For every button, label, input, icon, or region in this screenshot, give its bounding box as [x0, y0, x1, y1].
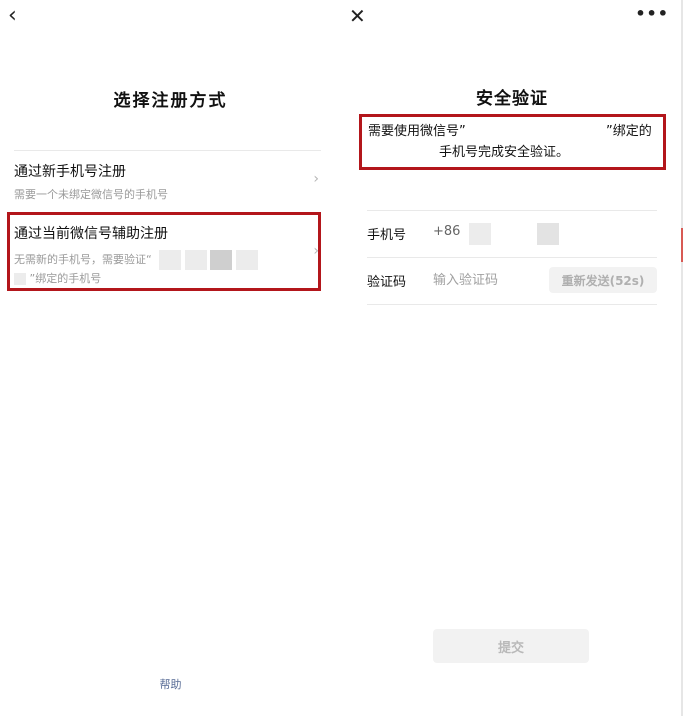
submit-button[interactable]: 提交 — [433, 629, 589, 663]
close-icon[interactable]: ✕ — [349, 4, 366, 28]
right-topbar: ✕ ••• — [341, 0, 683, 36]
phone-row: 手机号 +86 — [367, 211, 657, 257]
divider — [14, 150, 321, 151]
option-new-phone[interactable]: 通过新手机号注册 需要一个未绑定微信号的手机号 › — [14, 163, 321, 209]
code-row: 验证码 重新发送(52s) — [367, 258, 657, 304]
code-input[interactable] — [433, 268, 543, 292]
page-title: 安全验证 — [476, 89, 548, 109]
right-screen: ✕ ••• 安全验证 需要使用微信号” ”绑定的 手机号完成安全验证。 手机号 … — [341, 0, 683, 716]
page-title: 选择注册方式 — [113, 91, 228, 111]
left-topbar: ‹ — [0, 0, 341, 36]
highlight-box — [359, 114, 666, 170]
phone-prefix: +86 — [433, 224, 461, 239]
chevron-right-icon: › — [313, 171, 319, 187]
back-icon[interactable]: ‹ — [8, 4, 17, 28]
more-icon[interactable]: ••• — [635, 2, 669, 26]
left-screen: ‹ 选择注册方式 通过新手机号注册 需要一个未绑定微信号的手机号 › 通过当前微… — [0, 0, 341, 716]
phone-label: 手机号 — [367, 228, 407, 243]
divider — [367, 304, 657, 305]
option-title: 通过新手机号注册 — [14, 164, 126, 180]
redacted-phone — [537, 223, 559, 245]
highlight-box — [7, 212, 321, 291]
code-label: 验证码 — [367, 275, 407, 290]
help-link[interactable]: 帮助 — [0, 676, 341, 692]
redacted-phone — [469, 223, 491, 245]
resend-code-button[interactable]: 重新发送(52s) — [549, 267, 657, 293]
option-desc: 需要一个未绑定微信号的手机号 — [14, 188, 168, 201]
